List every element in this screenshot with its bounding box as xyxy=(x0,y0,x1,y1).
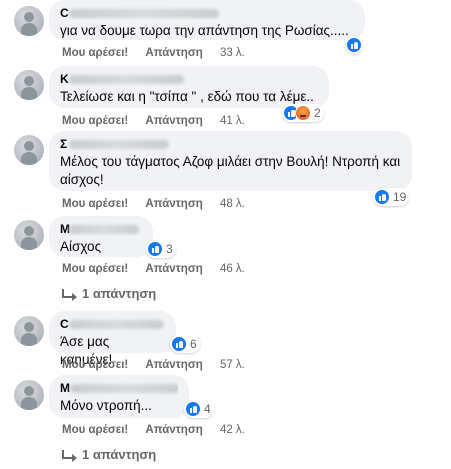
reaction-summary[interactable]: 6 xyxy=(170,335,200,353)
reaction-summary[interactable]: 2 xyxy=(282,104,324,122)
comment-actions: Μου αρέσει! Απάντηση 42 λ. xyxy=(62,424,245,436)
comment-author[interactable]: C xyxy=(60,317,165,331)
author-name-redacted xyxy=(69,140,169,149)
comment-bubble: Κ Τελείωσε και η "τσίπα " , εδώ που τα λ… xyxy=(49,66,329,108)
like-button[interactable]: Μου αρέσει! xyxy=(62,359,128,371)
reaction-count: 6 xyxy=(190,337,197,351)
replies-count: 1 απάντηση xyxy=(82,447,157,462)
view-replies-link[interactable]: 1 απάντηση xyxy=(62,286,156,301)
reply-button[interactable]: Απάντηση xyxy=(145,263,202,275)
like-icon xyxy=(171,336,187,352)
like-button[interactable]: Μου αρέσει! xyxy=(62,263,128,275)
author-name-redacted xyxy=(69,225,139,234)
reaction-summary[interactable]: 4 xyxy=(184,400,214,418)
author-name-redacted xyxy=(69,320,164,329)
like-button[interactable]: Μου αρέσει! xyxy=(62,424,128,436)
comment-author[interactable]: C xyxy=(60,6,354,20)
reply-button[interactable]: Απάντηση xyxy=(145,359,202,371)
comment-author[interactable]: Κ xyxy=(60,72,318,86)
comment-time[interactable]: 46 λ. xyxy=(220,263,245,275)
like-button[interactable]: Μου αρέσει! xyxy=(62,115,128,127)
avatar[interactable] xyxy=(14,380,44,410)
comment-author[interactable]: M xyxy=(60,381,178,395)
reaction-count: 4 xyxy=(204,402,211,416)
reaction-summary[interactable]: 3 xyxy=(146,240,176,258)
reply-button[interactable]: Απάντηση xyxy=(145,47,202,59)
comment-actions: Μου αρέσει! Απάντηση 46 λ. xyxy=(62,263,245,275)
author-name-redacted xyxy=(70,384,178,393)
like-button[interactable]: Μου αρέσει! xyxy=(62,47,128,59)
reply-arrow-icon xyxy=(62,289,77,301)
comment-time[interactable]: 42 λ. xyxy=(220,424,245,436)
avatar[interactable] xyxy=(14,316,44,346)
comment-bubble: Σ Μέλος του τάγματος Αζοφ μιλάει στην Βο… xyxy=(49,131,412,191)
avatar[interactable] xyxy=(14,6,44,36)
comment-text: για να δουμε τωρα την απάντηση της Ρωσία… xyxy=(60,23,349,38)
comment-time[interactable]: 33 λ. xyxy=(220,47,245,59)
like-button[interactable]: Μου αρέσει! xyxy=(62,198,128,210)
comment-author[interactable]: Σ xyxy=(60,137,401,151)
avatar[interactable] xyxy=(14,135,44,165)
comment-author[interactable]: Μ xyxy=(60,222,142,236)
reply-button[interactable]: Απάντηση xyxy=(145,424,202,436)
avatar[interactable] xyxy=(14,220,44,250)
comment-bubble: Μ Αίσχος xyxy=(49,216,153,257)
reaction-summary[interactable]: 19 xyxy=(373,188,410,206)
comment-time[interactable]: 41 λ. xyxy=(220,115,245,127)
like-icon xyxy=(374,189,390,205)
reaction-count: 19 xyxy=(393,190,407,204)
like-icon xyxy=(346,37,362,53)
reply-button[interactable]: Απάντηση xyxy=(145,198,202,210)
like-icon xyxy=(185,401,201,417)
like-icon xyxy=(147,241,163,257)
author-name-redacted xyxy=(69,75,184,84)
comment-time[interactable]: 48 λ. xyxy=(220,198,245,210)
reply-button[interactable]: Απάντηση xyxy=(145,115,202,127)
view-replies-link[interactable]: 1 απάντηση xyxy=(62,447,156,462)
avatar[interactable] xyxy=(14,70,44,100)
comment-actions: Μου αρέσει! Απάντηση 33 λ. xyxy=(62,47,245,59)
author-name-redacted xyxy=(69,9,219,18)
angry-icon xyxy=(295,105,311,121)
comment-bubble: C για να δουμε τωρα την απάντηση της Ρωσ… xyxy=(49,0,365,40)
reaction-summary[interactable] xyxy=(346,36,362,54)
comment-actions: Μου αρέσει! Απάντηση 41 λ. xyxy=(62,115,245,127)
reaction-count: 2 xyxy=(314,106,321,120)
comment-actions: Μου αρέσει! Απάντηση 57 λ. xyxy=(62,359,245,371)
comment-time[interactable]: 57 λ. xyxy=(220,359,245,371)
comment-text: Τελείωσε και η "τσίπα " , εδώ που τα λέμ… xyxy=(60,89,314,104)
comment-bubble: M Μόνο ντροπή... xyxy=(49,375,189,418)
comment-text: Μέλος του τάγματος Αζοφ μιλάει στην Βουλ… xyxy=(60,154,401,187)
reply-arrow-icon xyxy=(62,450,77,462)
comment-actions: Μου αρέσει! Απάντηση 48 λ. xyxy=(62,198,245,210)
comment-text: Μόνο ντροπή... xyxy=(60,398,152,413)
reaction-count: 3 xyxy=(166,242,173,256)
comment-bubble: C Άσε μας καημένε! xyxy=(49,311,176,367)
comment-text: Αίσχος xyxy=(60,239,102,254)
replies-count: 1 απάντηση xyxy=(82,286,157,301)
